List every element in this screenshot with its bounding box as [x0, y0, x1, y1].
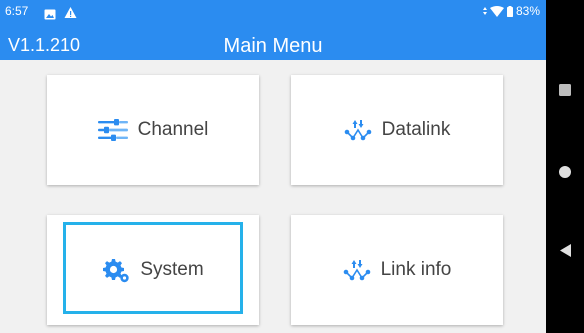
system-button[interactable]: System [47, 215, 259, 325]
datalink-icon [344, 119, 372, 141]
data-arrows-icon [482, 7, 487, 15]
channel-icon [97, 119, 128, 141]
back-triangle-icon [559, 244, 571, 262]
home-button[interactable] [546, 165, 584, 183]
android-nav-bar [546, 0, 584, 333]
datalink-icon [343, 259, 371, 281]
status-right: 83% [482, 0, 540, 22]
link-info-label: Link info [380, 259, 452, 280]
status-time: 6:57 [5, 4, 29, 18]
channel-button[interactable]: Channel [47, 75, 259, 185]
app-header: 6:57 83% V1.1.210 Main Menu [0, 0, 546, 60]
datalink-label: Datalink [381, 119, 451, 140]
system-label: System [140, 259, 204, 280]
image-notification-icon [44, 5, 56, 20]
wifi-icon [489, 5, 504, 17]
page-title: Main Menu [223, 35, 323, 57]
warning-icon [64, 4, 77, 18]
battery-percent: 83% [515, 4, 540, 18]
battery-icon [506, 5, 513, 17]
app-screen: 6:57 83% V1.1.210 Main Menu Channel Data… [0, 0, 546, 333]
link-info-button[interactable]: Link info [291, 215, 503, 325]
circle-icon [559, 165, 571, 183]
channel-label: Channel [137, 119, 209, 140]
square-icon [559, 83, 571, 101]
gear-icon [102, 257, 130, 283]
recents-button[interactable] [546, 83, 584, 101]
datalink-button[interactable]: Datalink [291, 75, 503, 185]
back-button[interactable] [546, 244, 584, 262]
status-bar: 6:57 83% [0, 0, 546, 22]
